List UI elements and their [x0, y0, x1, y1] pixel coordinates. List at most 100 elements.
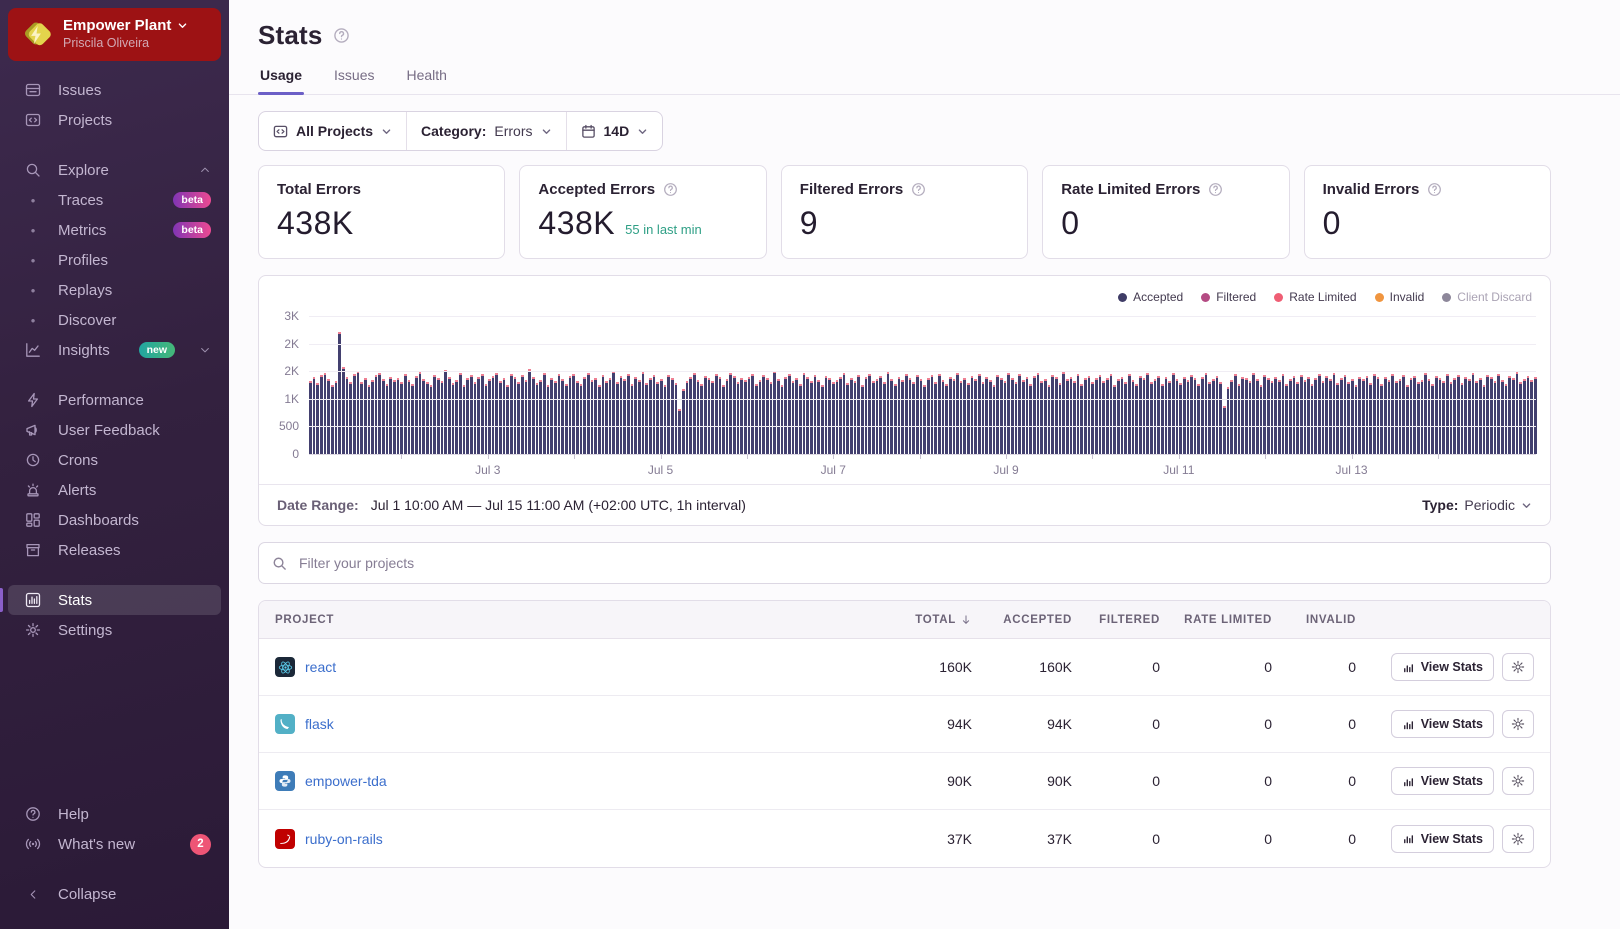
sidebar-item-releases[interactable]: Releases [8, 535, 221, 565]
sidebar-item-performance[interactable]: Performance [8, 385, 221, 415]
chart-bar [762, 375, 765, 454]
project-settings-button[interactable] [1502, 825, 1534, 853]
type-dropdown[interactable]: Type: Periodic [1422, 497, 1532, 513]
chart-bar [536, 383, 539, 454]
view-stats-button[interactable]: View Stats [1391, 653, 1494, 681]
chart-bar [879, 376, 882, 454]
chart-bar [1366, 376, 1369, 454]
score-card-value: 438K55 in last min [538, 205, 747, 242]
card-help-icon[interactable] [663, 182, 678, 197]
score-card-title-text: Accepted Errors [538, 181, 655, 198]
org-switcher[interactable]: Empower Plant Priscila Oliveira [8, 8, 221, 61]
view-stats-button[interactable]: View Stats [1391, 767, 1494, 795]
tab-usage[interactable]: Usage [258, 63, 304, 94]
card-help-icon[interactable] [911, 182, 926, 197]
gear-icon [24, 622, 42, 638]
x-axis-tick-label: Jul 5 [648, 463, 673, 477]
column-header-rate-limited[interactable]: RATE LIMITED [1160, 614, 1272, 626]
chart-bar [729, 373, 732, 454]
sidebar-item-replays[interactable]: •Replays [8, 275, 221, 305]
chart-bar [1322, 381, 1325, 454]
sidebar-item-traces[interactable]: •Tracesbeta [8, 185, 221, 215]
tab-health[interactable]: Health [405, 63, 449, 94]
chart-gridline [309, 371, 1536, 372]
project-link[interactable]: react [305, 659, 336, 675]
column-header-total[interactable]: TOTAL [832, 614, 972, 626]
chart-bar [338, 332, 341, 454]
chart-bar [1194, 378, 1197, 454]
chart-bar [1486, 375, 1489, 454]
dashboards-icon [24, 512, 42, 528]
cell-accepted: 37K [972, 831, 1072, 847]
x-axis-tick-label: Jul 11 [1163, 463, 1194, 477]
chart-bar [1340, 378, 1343, 454]
legend-item-rate-limited[interactable]: Rate Limited [1274, 290, 1356, 304]
project-settings-button[interactable] [1502, 653, 1534, 681]
legend-item-client-discard[interactable]: Client Discard [1442, 290, 1532, 304]
chart-bar [634, 377, 637, 454]
project-search [258, 542, 1551, 584]
projects-table: PROJECTTOTALACCEPTEDFILTEREDRATE LIMITED… [258, 600, 1551, 868]
view-stats-button[interactable]: View Stats [1391, 710, 1494, 738]
chart-bar [565, 384, 568, 454]
legend-item-filtered[interactable]: Filtered [1201, 290, 1256, 304]
project-link[interactable]: flask [305, 716, 334, 732]
column-header-filtered[interactable]: FILTERED [1072, 614, 1160, 626]
column-header-accepted[interactable]: ACCEPTED [972, 614, 1072, 626]
view-stats-button[interactable]: View Stats [1391, 825, 1494, 853]
table-header: PROJECTTOTALACCEPTEDFILTEREDRATE LIMITED… [259, 601, 1550, 639]
sidebar-item-label: Traces [58, 192, 103, 209]
sidebar-item-projects[interactable]: Projects [8, 105, 221, 135]
project-link[interactable]: empower-tda [305, 773, 387, 789]
column-header-invalid[interactable]: INVALID [1272, 614, 1356, 626]
tab-issues[interactable]: Issues [332, 63, 376, 94]
x-axis-tick [833, 454, 834, 459]
sidebar-item-metrics[interactable]: •Metricsbeta [8, 215, 221, 245]
score-card-number: 9 [800, 205, 818, 242]
column-header-project[interactable]: PROJECT [275, 614, 832, 626]
chart-bar [364, 378, 367, 454]
sidebar-item-help[interactable]: Help [8, 799, 221, 829]
sidebar-item-whats-new[interactable]: What's new2 [8, 829, 221, 859]
card-help-icon[interactable] [1427, 182, 1442, 197]
chart-bar [528, 369, 531, 454]
chart-bar [1417, 382, 1420, 454]
legend-dot [1442, 293, 1451, 302]
sidebar-item-stats[interactable]: Stats [8, 585, 221, 615]
sidebar-item-alerts[interactable]: Alerts [8, 475, 221, 505]
chart-plot-area [309, 316, 1536, 454]
cell-invalid: 0 [1272, 716, 1356, 732]
legend-item-accepted[interactable]: Accepted [1118, 290, 1183, 304]
project-settings-button[interactable] [1502, 767, 1534, 795]
sidebar-collapse-button[interactable]: Collapse [8, 879, 221, 909]
project-link[interactable]: ruby-on-rails [305, 831, 383, 847]
chart-bar [857, 375, 860, 454]
legend-item-invalid[interactable]: Invalid [1375, 290, 1425, 304]
sidebar-item-profiles[interactable]: •Profiles [8, 245, 221, 275]
chart-bar [353, 374, 356, 454]
chart-bar [1329, 379, 1332, 454]
chart-bar [1439, 378, 1442, 454]
date-range-dropdown[interactable]: 14D [566, 112, 663, 150]
chart-bar [1424, 373, 1427, 454]
chart-bar [441, 381, 444, 454]
sidebar-item-issues[interactable]: Issues [8, 75, 221, 105]
project-cell: flask [275, 714, 832, 734]
chart-bar [953, 379, 956, 454]
card-help-icon[interactable] [1208, 182, 1223, 197]
sidebar-item-explore[interactable]: Explore [8, 155, 221, 185]
category-filter-dropdown[interactable]: Category: Errors [406, 112, 565, 150]
search-input[interactable] [297, 554, 1537, 572]
page-help-icon[interactable] [333, 27, 350, 44]
sidebar-item-insights[interactable]: Insightsnew [8, 335, 221, 365]
project-filter-dropdown[interactable]: All Projects [259, 112, 406, 150]
chart-bar [375, 375, 378, 454]
sidebar-item-crons[interactable]: Crons [8, 445, 221, 475]
sidebar-item-user-feedback[interactable]: User Feedback [8, 415, 221, 445]
chart-bar [865, 377, 868, 454]
chart-bar [1289, 379, 1292, 454]
sidebar-item-settings[interactable]: Settings [8, 615, 221, 645]
sidebar-item-dashboards[interactable]: Dashboards [8, 505, 221, 535]
project-settings-button[interactable] [1502, 710, 1534, 738]
sidebar-item-discover[interactable]: •Discover [8, 305, 221, 335]
